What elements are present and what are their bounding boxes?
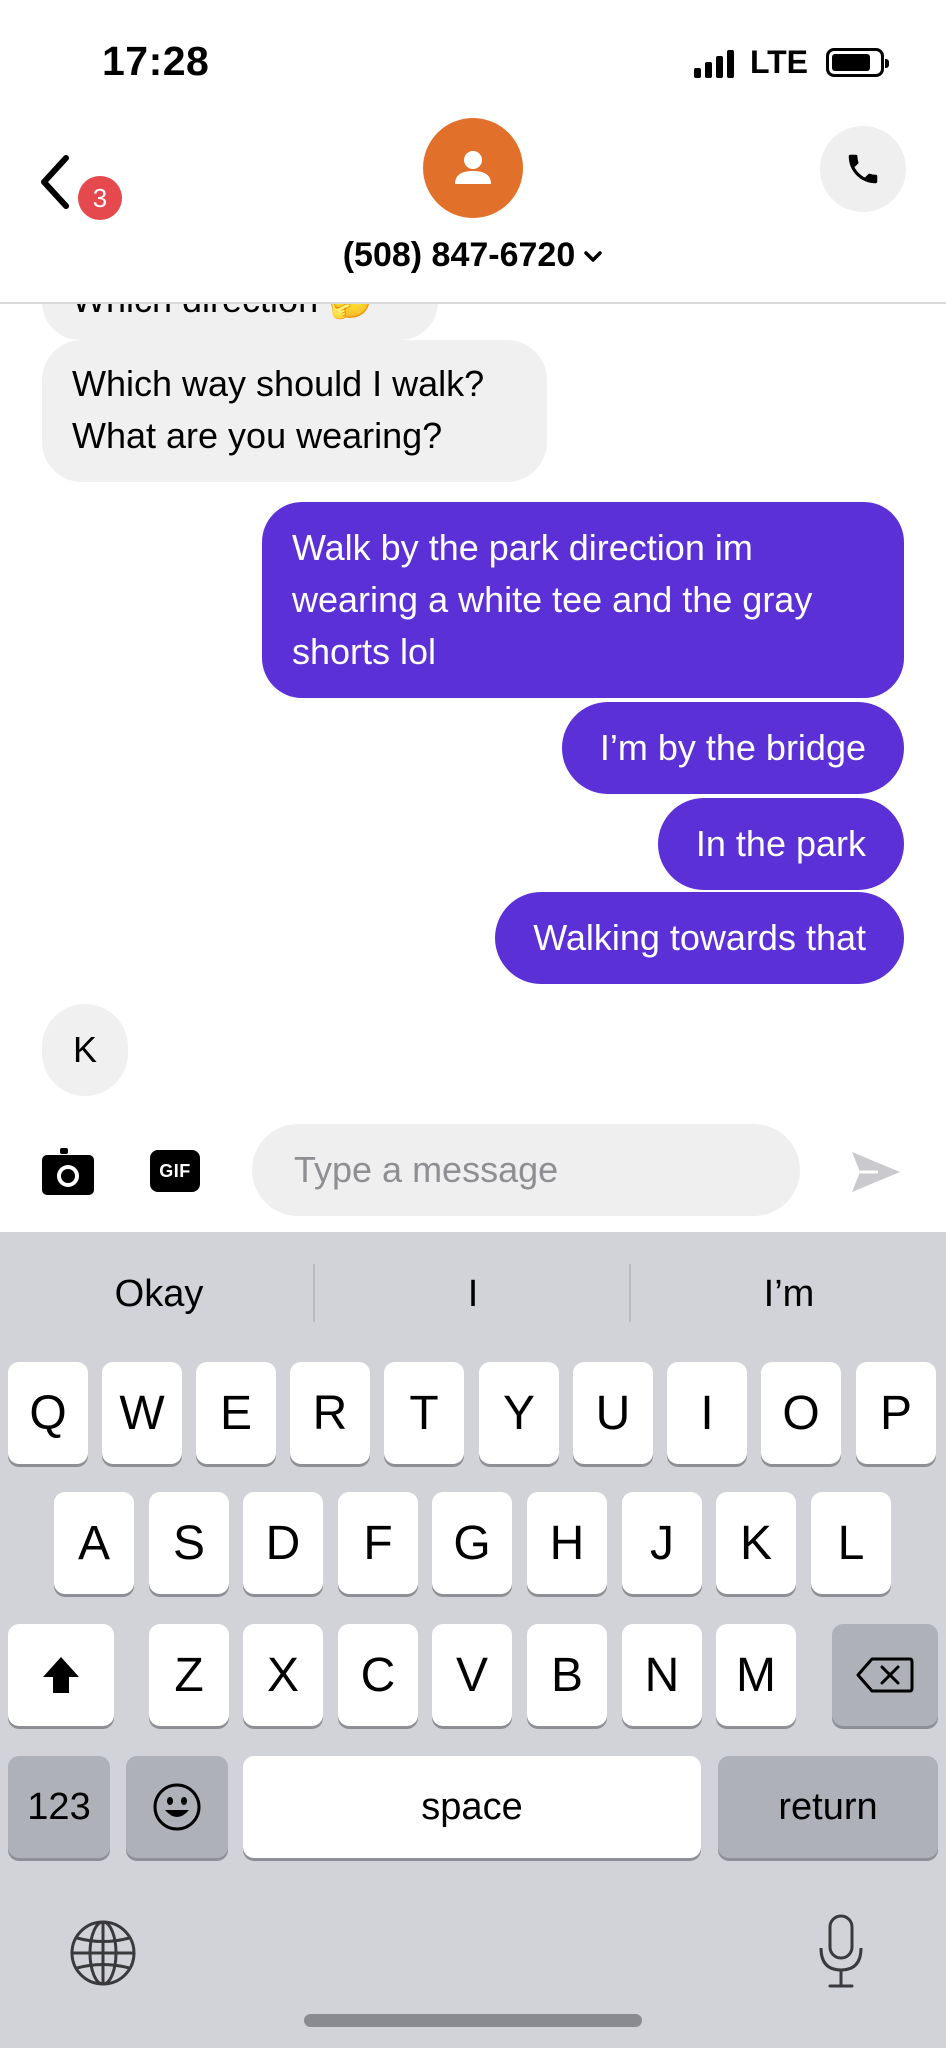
key-v[interactable]: V xyxy=(432,1624,512,1726)
message-text: Walk by the park direction im wearing a … xyxy=(292,527,813,672)
key-w[interactable]: W xyxy=(102,1362,182,1464)
home-indicator xyxy=(304,2014,642,2027)
battery-icon xyxy=(826,48,889,77)
key-c[interactable]: C xyxy=(338,1624,418,1726)
message-bubble-incoming: K xyxy=(42,1004,128,1096)
message-input[interactable] xyxy=(252,1124,800,1216)
key-d[interactable]: D xyxy=(243,1492,323,1594)
message-composer: GIF xyxy=(0,1104,946,1232)
globe-icon xyxy=(70,1920,136,1986)
shift-key[interactable] xyxy=(8,1624,114,1726)
message-bubble-outgoing: I’m by the bridge xyxy=(561,702,904,794)
phone-icon xyxy=(848,154,878,184)
unread-badge: 3 xyxy=(78,176,122,220)
signal-bars-icon xyxy=(693,48,734,78)
key-q[interactable]: Q xyxy=(8,1362,88,1464)
chevron-left-icon xyxy=(41,155,69,209)
contact-number: (508) 847-6720 xyxy=(342,236,576,274)
key-u[interactable]: U xyxy=(573,1362,653,1464)
status-indicators: LTE xyxy=(693,44,889,81)
key-s[interactable]: S xyxy=(149,1492,229,1594)
emoji-face-icon xyxy=(153,1783,201,1831)
camera-icon xyxy=(42,1148,94,1195)
emoji-key[interactable] xyxy=(126,1756,228,1858)
message-bubble-outgoing: In the park xyxy=(657,798,904,890)
key-l[interactable]: L xyxy=(811,1492,891,1594)
numbers-key[interactable]: 123 xyxy=(8,1756,110,1858)
message-text: I’m by the bridge xyxy=(599,727,866,768)
key-p[interactable]: P xyxy=(856,1362,936,1464)
key-z[interactable]: Z xyxy=(149,1624,229,1726)
chevron-down-icon xyxy=(584,251,602,262)
key-g[interactable]: G xyxy=(432,1492,512,1594)
key-m[interactable]: M xyxy=(716,1624,796,1726)
status-bar: 17:28 LTE xyxy=(0,0,946,110)
key-x[interactable]: X xyxy=(243,1624,323,1726)
key-t[interactable]: T xyxy=(384,1362,464,1464)
status-time: 17:28 xyxy=(102,38,210,84)
messaging-screen: 17:28 LTE 3 (508) 847-6720 Which way sho… xyxy=(0,0,946,2048)
key-a[interactable]: A xyxy=(54,1492,134,1594)
gif-button[interactable]: GIF xyxy=(150,1150,200,1192)
shift-arrow-icon xyxy=(43,1657,79,1693)
person-icon xyxy=(455,151,491,184)
dictation-button[interactable] xyxy=(816,1912,866,1992)
key-f[interactable]: F xyxy=(338,1492,418,1594)
message-bubble-outgoing: Walk by the park direction im wearing a … xyxy=(262,502,904,698)
key-r[interactable]: R xyxy=(290,1362,370,1464)
key-h[interactable]: H xyxy=(527,1492,607,1594)
message-list[interactable]: Which direction 🤔 Which way should I wal… xyxy=(0,304,946,1104)
key-o[interactable]: O xyxy=(761,1362,841,1464)
microphone-icon xyxy=(819,1914,863,1988)
key-k[interactable]: K xyxy=(716,1492,796,1594)
suggestion-bar: Okay I I’m xyxy=(0,1232,946,1356)
key-y[interactable]: Y xyxy=(479,1362,559,1464)
key-j[interactable]: J xyxy=(622,1492,702,1594)
contact-name-button[interactable]: (508) 847-6720 xyxy=(0,236,946,275)
key-e[interactable]: E xyxy=(196,1362,276,1464)
space-key[interactable]: space xyxy=(243,1756,701,1858)
call-button[interactable] xyxy=(820,126,906,212)
return-key[interactable]: return xyxy=(718,1756,938,1858)
avatar[interactable] xyxy=(423,118,523,218)
keyboard: Okay I I’m Q W E R T Y U I O P A S D F G… xyxy=(0,1232,946,2048)
message-bubble-incoming: Which way should I walk? What are you we… xyxy=(42,340,547,482)
key-n[interactable]: N xyxy=(622,1624,702,1726)
suggestion-i[interactable]: I xyxy=(316,1262,630,1326)
message-bubble-outgoing: Walking towards that xyxy=(495,892,904,984)
key-b[interactable]: B xyxy=(527,1624,607,1726)
divider xyxy=(629,1264,631,1322)
suggestion-im[interactable]: I’m xyxy=(632,1262,946,1326)
send-arrow-icon xyxy=(852,1152,900,1192)
delete-key[interactable] xyxy=(832,1624,938,1726)
conversation-header: 3 (508) 847-6720 xyxy=(0,110,946,304)
globe-button[interactable] xyxy=(68,1918,138,1988)
message-text: K xyxy=(72,1029,97,1070)
backspace-icon xyxy=(856,1657,914,1693)
message-text: Walking towards that xyxy=(533,917,866,958)
divider xyxy=(313,1264,315,1322)
back-button[interactable]: 3 xyxy=(34,140,134,220)
suggestion-okay[interactable]: Okay xyxy=(2,1262,316,1326)
network-type: LTE xyxy=(749,44,808,80)
send-button[interactable] xyxy=(848,1144,904,1200)
message-text: Which way should I walk? What are you we… xyxy=(72,363,485,456)
message-text: In the park xyxy=(695,823,866,864)
key-i[interactable]: I xyxy=(667,1362,747,1464)
message-bubble-incoming: Which direction 🤔 xyxy=(42,304,438,340)
camera-button[interactable] xyxy=(40,1146,96,1198)
